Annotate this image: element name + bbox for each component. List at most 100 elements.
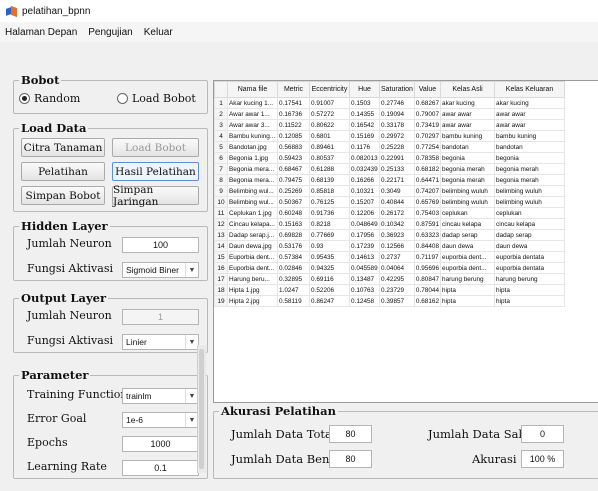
table-cell[interactable]: 0.04064 bbox=[379, 262, 415, 274]
table-cell[interactable]: 0.91736 bbox=[309, 207, 350, 219]
table-cell[interactable]: 0.16542 bbox=[349, 119, 380, 131]
table-cell[interactable]: 0.1176 bbox=[349, 141, 380, 153]
table-cell[interactable]: 0.64471 bbox=[413, 174, 442, 186]
menu-halaman-depan[interactable]: Halaman Depan bbox=[0, 27, 83, 38]
results-table[interactable]: Nama file Metric Eccentricity Hue Satura… bbox=[213, 80, 598, 403]
table-row[interactable]: 3 Awar awar 3... 0.11522 0.80622 0.16542 0.33… bbox=[214, 119, 566, 131]
table-cell[interactable]: 0.36923 bbox=[379, 229, 415, 241]
radio-random[interactable]: Random bbox=[19, 92, 80, 105]
pelatihan-button[interactable]: Pelatihan bbox=[21, 162, 105, 181]
table-cell[interactable]: 0.39857 bbox=[379, 295, 415, 307]
table-cell[interactable]: begonia merah bbox=[494, 174, 566, 186]
table-cell[interactable]: 0.19094 bbox=[379, 108, 415, 120]
table-cell[interactable]: 0.68467 bbox=[277, 163, 310, 175]
table-cell[interactable]: 0.15169 bbox=[349, 130, 380, 142]
table-cell[interactable]: 0.79007 bbox=[413, 108, 442, 120]
error-goal-select[interactable]: 1e-6 ▼ bbox=[122, 412, 199, 428]
table-cell[interactable]: 0.045589 bbox=[349, 262, 380, 274]
table-row[interactable]: 16 Euporbia dent... 0.02846 0.94325 0.045589… bbox=[214, 262, 566, 274]
table-cell[interactable]: 0.84408 bbox=[413, 240, 442, 252]
table-cell[interactable]: 0.22171 bbox=[379, 174, 415, 186]
column-header[interactable]: Value bbox=[413, 81, 442, 98]
table-cell[interactable]: Begonia mera... bbox=[227, 174, 278, 186]
table-cell[interactable]: 0.13487 bbox=[349, 273, 380, 285]
hidden-fungsi-aktivasi-select[interactable]: Sigmoid Biner ▼ bbox=[122, 262, 199, 278]
table-cell[interactable]: daun dewa bbox=[494, 240, 566, 252]
column-header[interactable]: Saturation bbox=[379, 81, 415, 98]
table-cell[interactable]: bandotan bbox=[494, 141, 566, 153]
column-header[interactable]: Eccentricity bbox=[309, 81, 350, 98]
table-cell[interactable]: Awar awar 3... bbox=[227, 119, 278, 131]
table-cell[interactable]: 0.14355 bbox=[349, 108, 380, 120]
table-cell[interactable]: awar awar bbox=[494, 119, 566, 131]
table-row[interactable]: 6 Begonia 1.jpg 0.59423 0.80537 0.082013 0.22… bbox=[214, 152, 566, 164]
table-cell[interactable]: 0.93 bbox=[309, 240, 350, 252]
table-cell[interactable]: belimbing wuluh bbox=[494, 185, 566, 197]
table-cell[interactable]: 0.25228 bbox=[379, 141, 415, 153]
training-function-select[interactable]: trainlm ▼ bbox=[122, 388, 199, 404]
table-row[interactable]: 10 Belimbing wul... 0.50367 0.76125 0.15207 0… bbox=[214, 196, 566, 208]
total-value-field[interactable]: 80 bbox=[329, 425, 372, 443]
table-cell[interactable]: Belimbing wul... bbox=[227, 196, 278, 208]
table-cell[interactable]: Awar awar 1... bbox=[227, 108, 278, 120]
table-cell[interactable]: 0.57384 bbox=[277, 251, 310, 263]
table-cell[interactable]: 0.80622 bbox=[309, 119, 350, 131]
table-cell[interactable]: 0.15163 bbox=[277, 218, 310, 230]
table-cell[interactable]: 0.10342 bbox=[379, 218, 415, 230]
table-cell[interactable]: 0.74207 bbox=[413, 185, 442, 197]
table-cell[interactable]: Dadap serap.j... bbox=[227, 229, 278, 241]
table-cell[interactable]: 0.75403 bbox=[413, 207, 442, 219]
table-cell[interactable]: 0.33178 bbox=[379, 119, 415, 131]
table-cell[interactable]: 0.73419 bbox=[413, 119, 442, 131]
table-cell[interactable]: akar kucing bbox=[440, 97, 496, 109]
table-cell[interactable]: Hipta 1.jpg bbox=[227, 284, 278, 296]
table-cell[interactable]: begonia merah bbox=[494, 163, 566, 175]
column-header[interactable]: Metric bbox=[277, 81, 310, 98]
table-cell[interactable]: 0.048649 bbox=[349, 218, 380, 230]
table-cell[interactable]: Cincau kelapa... bbox=[227, 218, 278, 230]
table-row[interactable]: 19 Hipta 2.jpg 0.58119 0.86247 0.12458 0.3985… bbox=[214, 295, 566, 307]
table-cell[interactable]: 0.68267 bbox=[413, 97, 442, 109]
table-cell[interactable]: 0.082013 bbox=[349, 152, 380, 164]
table-cell[interactable]: 0.94325 bbox=[309, 262, 350, 274]
table-cell[interactable]: Ceplukan 1.jpg bbox=[227, 207, 278, 219]
table-cell[interactable]: awar awar bbox=[494, 108, 566, 120]
table-cell[interactable]: cincau kelapa bbox=[494, 218, 566, 230]
table-row[interactable]: 2 Awar awar 1... 0.16736 0.57272 0.14355 0.19… bbox=[214, 108, 566, 120]
table-cell[interactable]: 0.80537 bbox=[309, 152, 350, 164]
table-cell[interactable]: 0.8218 bbox=[309, 218, 350, 230]
table-cell[interactable]: 0.11522 bbox=[277, 119, 310, 131]
table-cell[interactable]: 0.69116 bbox=[309, 273, 350, 285]
table-cell[interactable]: euporbia dentata bbox=[494, 251, 566, 263]
table-cell[interactable]: 0.17239 bbox=[349, 240, 380, 252]
table-cell[interactable]: 0.29972 bbox=[379, 130, 415, 142]
table-cell[interactable]: begonia merah bbox=[440, 163, 496, 175]
table-row[interactable]: 7 Begonia mera... 0.68467 0.61288 0.032439 0.… bbox=[214, 163, 566, 175]
table-cell[interactable]: 0.85818 bbox=[309, 185, 350, 197]
table-cell[interactable]: 0.68162 bbox=[413, 295, 442, 307]
table-row[interactable]: 14 Daun dewa.jpg 0.53176 0.93 0.17239 0.12566… bbox=[214, 240, 566, 252]
table-cell[interactable]: Bandotan.jpg bbox=[227, 141, 278, 153]
table-cell[interactable]: Begonia mera... bbox=[227, 163, 278, 175]
table-cell[interactable]: 0.22991 bbox=[379, 152, 415, 164]
table-cell[interactable]: 0.17956 bbox=[349, 229, 380, 241]
table-cell[interactable]: euporbia dentata bbox=[494, 262, 566, 274]
table-cell[interactable]: 0.68139 bbox=[309, 174, 350, 186]
table-cell[interactable]: hipta bbox=[494, 295, 566, 307]
table-cell[interactable]: ceplukan bbox=[440, 207, 496, 219]
table-cell[interactable]: 0.12458 bbox=[349, 295, 380, 307]
table-cell[interactable]: 0.15207 bbox=[349, 196, 380, 208]
table-cell[interactable]: 0.12085 bbox=[277, 130, 310, 142]
table-cell[interactable]: 0.78358 bbox=[413, 152, 442, 164]
table-cell[interactable]: 0.032439 bbox=[349, 163, 380, 175]
table-cell[interactable]: 0.16266 bbox=[349, 174, 380, 186]
citra-tanaman-button[interactable]: Citra Tanaman bbox=[21, 138, 105, 157]
table-cell[interactable]: belimbing wuluh bbox=[440, 196, 496, 208]
table-cell[interactable]: 0.42295 bbox=[379, 273, 415, 285]
table-cell[interactable]: 0.12566 bbox=[379, 240, 415, 252]
table-cell[interactable]: daun dewa bbox=[440, 240, 496, 252]
load-bobot-button[interactable]: Load Bobot bbox=[112, 138, 199, 157]
table-cell[interactable]: harung berung bbox=[440, 273, 496, 285]
table-row[interactable]: 12 Cincau kelapa... 0.15163 0.8218 0.048649 0… bbox=[214, 218, 566, 230]
table-cell[interactable]: ceplukan bbox=[494, 207, 566, 219]
